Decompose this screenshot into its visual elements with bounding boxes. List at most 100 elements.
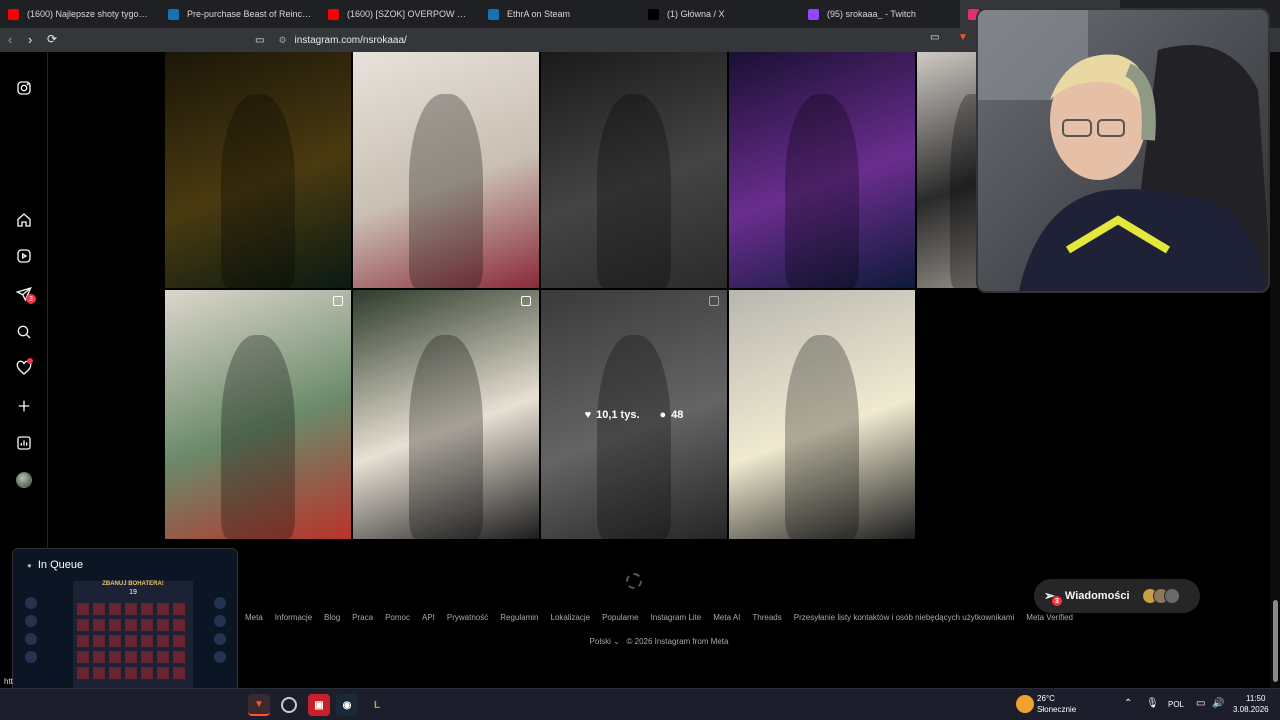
taskbar-overflow-text: htt — [4, 677, 13, 686]
tab-title: EthrA on Steam — [507, 9, 571, 19]
browser-tab[interactable]: (1) Główna / X — [640, 0, 800, 28]
footer-link[interactable]: Meta — [245, 613, 263, 622]
clock-time[interactable]: 11:50 — [1246, 694, 1265, 703]
post-tile[interactable] — [165, 52, 351, 288]
brave-app-icon[interactable]: ▼ — [248, 694, 270, 716]
footer-link[interactable]: Instagram Lite — [651, 613, 702, 622]
tab-title: Pre-purchase Beast of Reincarnation — [187, 9, 312, 19]
tab-title: (95) srokaaa_ - Twitch — [827, 9, 916, 19]
post-image — [408, 94, 484, 288]
browser-tab[interactable]: (1600) [SZOK] OVERPOW PRZELIZAŁ — [320, 0, 480, 28]
messages-button[interactable]: ➢ 3 Wiadomości — [1034, 579, 1200, 613]
messages-avatars — [1141, 588, 1180, 604]
weather-temp[interactable]: 26°C — [1037, 694, 1055, 703]
dashboard-icon[interactable] — [14, 433, 34, 453]
post-image — [784, 94, 860, 288]
footer-link[interactable]: Praca — [352, 613, 373, 622]
weather-desc[interactable]: Słonecznie — [1037, 705, 1076, 714]
league-app-icon[interactable]: L — [366, 694, 388, 716]
post-image — [220, 94, 296, 288]
heart-icon: ♥ — [584, 408, 592, 421]
forward-icon[interactable]: › — [28, 32, 32, 47]
post-hover-overlay[interactable]: ♥ 10,1 tys. ● 48 — [541, 290, 727, 539]
post-image — [408, 334, 484, 539]
copyright-text: © 2026 Instagram from Meta — [626, 637, 729, 646]
browser-tab[interactable]: (1600) Najlepsze shoty tygodnia #7 — [0, 0, 160, 28]
back-icon[interactable]: ‹ — [8, 32, 12, 47]
footer-link[interactable]: Prywatność — [447, 613, 488, 622]
home-icon[interactable] — [14, 210, 34, 230]
direct-messages-icon: ➢ 3 — [1044, 588, 1062, 606]
microphone-icon[interactable]: 🎙 — [1146, 698, 1159, 709]
ban-title: ZBANUJ BOHATERA! — [102, 581, 164, 587]
likes-stat: ♥ 10,1 tys. — [585, 409, 640, 421]
footer-link[interactable]: Pomoc — [385, 613, 410, 622]
tab-title: (1600) Najlepsze shoty tygodnia #7 — [27, 9, 152, 19]
app-chrome-icon[interactable] — [278, 694, 300, 716]
post-image — [220, 334, 296, 539]
footer-link[interactable]: Przesyłanie listy kontaktów i osób niebę… — [794, 613, 1015, 622]
post-tile[interactable] — [353, 290, 539, 539]
browser-tab[interactable]: Pre-purchase Beast of Reincarnation — [160, 0, 320, 28]
likes-count: 10,1 tys. — [596, 408, 640, 421]
footer-link[interactable]: Lokalizacje — [551, 613, 591, 622]
post-tile[interactable] — [541, 52, 727, 288]
post-tile[interactable] — [729, 52, 915, 288]
post-tile[interactable]: ♥ 10,1 tys. ● 48 — [541, 290, 727, 539]
notifications-icon[interactable] — [14, 358, 34, 378]
footer-link[interactable]: Threads — [752, 613, 781, 622]
page-scrollbar[interactable] — [1270, 52, 1280, 688]
steam-icon — [488, 8, 499, 20]
tab-title: (1600) [SZOK] OVERPOW PRZELIZAŁ — [347, 9, 472, 19]
instagram-logo-icon[interactable] — [14, 78, 34, 98]
bookmark-icon[interactable]: ▭ — [255, 35, 264, 46]
x-icon — [648, 8, 659, 20]
post-image — [596, 94, 672, 288]
queue-header: ● In Queue — [27, 559, 83, 571]
url-text[interactable]: instagram.com/nsrokaaa/ — [295, 35, 407, 46]
create-icon[interactable] — [14, 396, 34, 416]
windows-taskbar: htt ▼ ▣ ◉ L 26°C Słonecznie ⌃ 🎙 POL ▭ 🔊 … — [0, 677, 1280, 720]
webcam-image — [978, 10, 1268, 291]
app-red-icon[interactable]: ▣ — [308, 694, 330, 716]
post-tile[interactable] — [729, 290, 915, 539]
language-select[interactable]: Polski ⌄ — [590, 637, 620, 646]
tab-title: (1) Główna / X — [667, 9, 725, 19]
cast-icon[interactable]: ▭ — [930, 32, 939, 43]
champion-select-image — [13, 549, 237, 697]
comment-icon: ● — [659, 408, 667, 421]
network-icon[interactable]: ▭ — [1196, 698, 1205, 709]
queue-label: In Queue — [37, 559, 84, 571]
volume-icon[interactable]: 🔊 — [1212, 698, 1224, 709]
profile-avatar-icon[interactable] — [14, 470, 34, 490]
footer-link[interactable]: Regulamin — [500, 613, 538, 622]
footer-link[interactable]: API — [422, 613, 435, 622]
clock-date[interactable]: 3.08.2026 — [1233, 705, 1269, 714]
language-indicator[interactable]: POL — [1168, 700, 1184, 709]
reload-icon[interactable]: ⟳ — [47, 32, 57, 46]
steam-app-icon[interactable]: ◉ — [336, 694, 358, 716]
scrollbar-thumb[interactable] — [1273, 600, 1278, 682]
browser-tab[interactable]: (95) srokaaa_ - Twitch — [800, 0, 960, 28]
footer-link[interactable]: Blog — [324, 613, 340, 622]
post-image — [784, 334, 860, 539]
carousel-icon — [521, 296, 531, 306]
messages-label: Wiadomości — [1064, 590, 1130, 602]
reels-icon[interactable] — [14, 246, 34, 266]
search-icon[interactable] — [14, 322, 34, 342]
post-tile[interactable] — [353, 52, 539, 288]
site-info-icon[interactable]: ⚙ — [278, 35, 286, 46]
browser-tab[interactable]: EthrA on Steam — [480, 0, 640, 28]
direct-messages-icon[interactable]: 3 — [14, 284, 36, 304]
notifications-dot — [27, 358, 33, 364]
address-bar[interactable]: ▭ ⚙ instagram.com/nsrokaaa/ — [255, 30, 980, 50]
footer-link[interactable]: Popularne — [602, 613, 638, 622]
weather-icon[interactable] — [1016, 695, 1034, 713]
post-tile[interactable] — [165, 290, 351, 539]
messages-button-badge: 3 — [1052, 596, 1062, 606]
footer-link[interactable]: Meta Verified — [1026, 613, 1073, 622]
chevron-up-icon[interactable]: ⌃ — [1124, 698, 1132, 709]
footer-link[interactable]: Meta AI — [713, 613, 740, 622]
footer-link[interactable]: Informacje — [275, 613, 312, 622]
brave-shield-icon[interactable]: ▼ — [958, 32, 968, 43]
